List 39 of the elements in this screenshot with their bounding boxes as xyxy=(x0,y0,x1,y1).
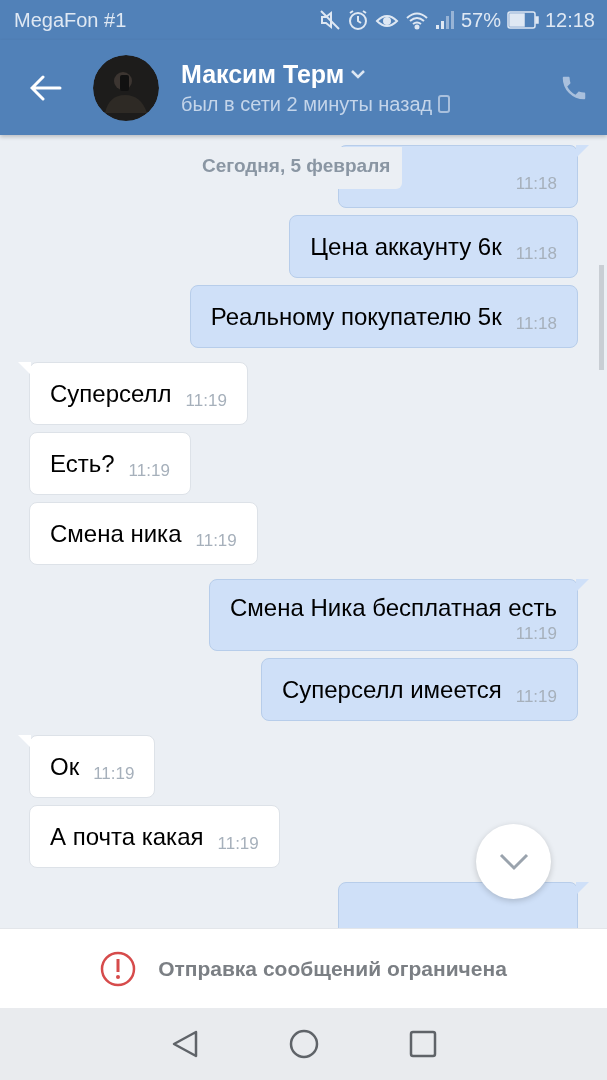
message-text: Смена Ника бесплатная есть xyxy=(230,594,557,622)
mute-icon xyxy=(318,9,341,31)
recents-nav-button[interactable] xyxy=(408,1030,437,1058)
message-text: Реальному покупателю 5к xyxy=(210,302,502,331)
message-time: 11:19 xyxy=(185,389,227,411)
chevron-down-icon xyxy=(498,852,529,871)
message-time: 11:18 xyxy=(515,242,557,264)
message-time: 11:19 xyxy=(515,685,557,707)
battery-icon xyxy=(506,11,539,29)
signal-icon xyxy=(434,10,455,30)
message-time: 11:19 xyxy=(195,529,237,551)
warning-icon xyxy=(100,950,137,987)
message-text: Суперселл имеется xyxy=(281,675,502,704)
message-text: А почта какая xyxy=(50,822,204,851)
message-time: 11:18 xyxy=(515,312,557,334)
message-time: 11:19 xyxy=(217,832,259,854)
phone-device-icon xyxy=(438,95,451,113)
message-time: 11:19 xyxy=(515,623,557,644)
clock-time: 12:18 xyxy=(544,8,595,32)
back-nav-button[interactable] xyxy=(170,1029,199,1059)
contact-name[interactable]: Максим Терм xyxy=(181,59,345,89)
restriction-notice: Отправка сообщений ограничена xyxy=(158,956,507,981)
message-text: Ок xyxy=(50,752,80,781)
message-text: Цена аккаунту 6к xyxy=(310,232,502,261)
message-text: Суперселл xyxy=(50,379,172,408)
message-time: 11:19 xyxy=(93,762,135,784)
message-time: 11:19 xyxy=(128,459,170,481)
home-nav-button[interactable] xyxy=(288,1029,319,1059)
alarm-icon xyxy=(346,9,369,31)
battery-percent: 57% xyxy=(460,8,501,32)
message-time: 11:18 xyxy=(515,172,557,194)
message-text: Смена ника xyxy=(50,519,182,548)
back-arrow-icon[interactable] xyxy=(30,74,62,101)
wifi-icon xyxy=(404,10,429,30)
chevron-down-icon[interactable] xyxy=(350,69,367,79)
avatar[interactable] xyxy=(93,54,159,121)
carrier-name: MegaFon #1 xyxy=(14,8,127,32)
last-seen-status: был в сети 2 минуты назад xyxy=(181,92,433,116)
message-text: Есть? xyxy=(50,449,115,478)
